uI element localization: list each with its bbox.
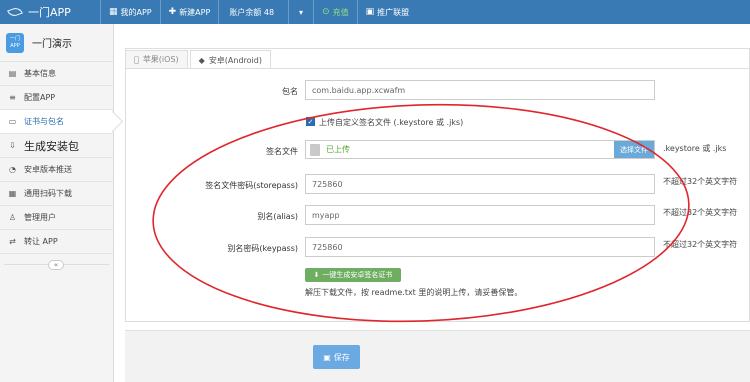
upload-status: 已上传	[326, 145, 350, 154]
sign-file-field[interactable]: 已上传 选择文件	[305, 140, 655, 159]
sidebar-item-android-push[interactable]: ◔ 安卓版本推送	[0, 158, 113, 182]
tab-divider	[125, 68, 750, 69]
platform-tabs:  苹果(iOS) ◆ 安卓(Android)	[125, 50, 273, 69]
leaf-icon	[7, 5, 23, 19]
tab-android-label: 安卓(Android)	[204, 55, 262, 65]
collapse-sidebar-button[interactable]: «	[48, 260, 64, 270]
tab-ios[interactable]:  苹果(iOS)	[125, 50, 188, 68]
app-logo-text-1: 一门	[9, 35, 20, 42]
sidebar-item-manage-users[interactable]: ♙ 管理用户	[0, 206, 113, 230]
generate-note: 解压下载文件，按 readme.txt 里的说明上传，请妥善保管。	[305, 288, 523, 297]
storepass-input[interactable]: 725860	[305, 174, 655, 194]
caret-down-icon: ▾	[299, 7, 304, 17]
sidebar-item-label: 证书与包名	[24, 117, 64, 126]
choose-file-button[interactable]: 选择文件	[614, 141, 654, 158]
sidebar-item-config-app[interactable]: ≡ 配置APP	[0, 86, 113, 110]
generate-cert-label: 一键生成安卓签名证书	[322, 271, 393, 279]
sidebar-item-label: 配置APP	[24, 93, 56, 102]
plus-icon: ✚	[168, 7, 177, 17]
save-icon: ▣	[323, 352, 331, 362]
nav-my-apps[interactable]: ▦ 我的APP	[100, 0, 160, 24]
sidebar-item-label: 安卓版本推送	[24, 165, 72, 174]
nav-my-apps-label: 我的APP	[120, 7, 152, 17]
app-logo: 一门 APP	[6, 32, 24, 53]
file-icon	[310, 143, 320, 156]
brand-logo[interactable]: 一门APP	[0, 4, 100, 20]
info-icon: ▤	[8, 69, 17, 78]
nav-recharge[interactable]: ⊙ 充值	[313, 0, 357, 24]
keypass-label: 别名密码(keypass)	[227, 244, 298, 253]
nav-recharge-label: 充值	[332, 7, 349, 17]
certificate-icon: ▭	[8, 117, 17, 126]
storepass-hint: 不超过32个英文字符	[663, 177, 738, 186]
tab-android[interactable]: ◆ 安卓(Android)	[189, 50, 271, 69]
sidebar-item-transfer-app[interactable]: ⇄ 转让 APP	[0, 230, 113, 254]
promo-icon: ▣	[365, 7, 375, 17]
android-icon: ◆	[193, 55, 205, 65]
save-label: 保存	[333, 352, 350, 362]
sidebar-item-label: 转让 APP	[24, 237, 58, 246]
sidebar-item-build-package[interactable]: ⇩ 生成安装包	[0, 134, 113, 158]
push-icon: ◔	[9, 165, 16, 174]
qrcode-icon: ▦	[8, 189, 17, 198]
user-icon: ♙	[8, 213, 17, 222]
package-name-input[interactable]: com.baidu.app.xcwafm	[305, 80, 655, 100]
sidebar-item-basic-info[interactable]: ▤ 基本信息	[0, 62, 113, 86]
nav-promo-label: 推广联盟	[377, 7, 410, 17]
alias-label: 别名(alias)	[257, 212, 298, 221]
nav-balance-label: 账户余额 48	[229, 7, 275, 17]
download-icon: ⇩	[9, 141, 16, 150]
sliders-icon: ≡	[9, 93, 16, 102]
transfer-icon: ⇄	[9, 237, 16, 246]
brand-name: 一门APP	[28, 6, 71, 19]
sidebar-item-qr-download[interactable]: ▦ 通用扫码下载	[0, 182, 113, 206]
check-icon: ✓	[307, 117, 314, 126]
sign-file-hint: .keystore 或 .jks	[663, 144, 727, 153]
custom-sign-checkbox[interactable]: ✓	[306, 117, 315, 126]
grid-icon: ▦	[109, 7, 118, 17]
app-name: 一门演示	[32, 39, 72, 50]
app-header: 一门 APP 一门演示	[0, 24, 113, 62]
sidebar-item-label: 通用扫码下载	[24, 189, 72, 198]
generate-cert-button[interactable]: ⬇ 一键生成安卓签名证书	[305, 268, 401, 282]
sidebar-item-label: 管理用户	[24, 213, 56, 222]
save-button[interactable]: ▣ 保存	[313, 345, 360, 369]
keypass-hint: 不超过32个英文字符	[663, 240, 738, 249]
apple-icon: 	[134, 55, 139, 64]
nav-new-app[interactable]: ✚ 新建APP	[159, 0, 219, 24]
storepass-label: 签名文件密码(storepass)	[205, 181, 298, 190]
nav-promo[interactable]: ▣ 推广联盟	[356, 0, 418, 24]
alias-hint: 不超过32个英文字符	[663, 208, 738, 217]
custom-sign-checkbox-label: 上传自定义签名文件 (.keystore 或 .jks)	[319, 118, 464, 127]
package-label: 包名	[282, 87, 298, 96]
nav-balance[interactable]: 账户余额 48	[218, 0, 288, 24]
recharge-icon: ⊙	[322, 7, 330, 17]
balance-dropdown[interactable]: ▾	[288, 0, 313, 24]
top-navbar: 一门APP ▦ 我的APP ✚ 新建APP 账户余额 48 ▾ ⊙ 充值 ▣ 推…	[0, 0, 750, 24]
form-footer	[125, 330, 750, 382]
nav-new-app-label: 新建APP	[179, 7, 211, 17]
app-logo-text-2: APP	[10, 42, 20, 49]
sidebar-item-label: 基本信息	[24, 69, 56, 78]
sign-file-label: 签名文件	[266, 147, 298, 156]
tab-ios-label: 苹果(iOS)	[138, 55, 179, 64]
sidebar: 一门 APP 一门演示 ▤ 基本信息 ≡ 配置APP ▭ 证书与包名 ⇩ 生成安…	[0, 24, 114, 382]
double-chevron-left-icon: «	[53, 261, 59, 269]
sidebar-item-label: 生成安装包	[24, 139, 79, 153]
download-icon: ⬇	[313, 271, 320, 279]
sidebar-item-cert-package[interactable]: ▭ 证书与包名	[0, 110, 113, 134]
alias-input[interactable]: myapp	[305, 205, 655, 225]
keypass-input[interactable]: 725860	[305, 237, 655, 257]
